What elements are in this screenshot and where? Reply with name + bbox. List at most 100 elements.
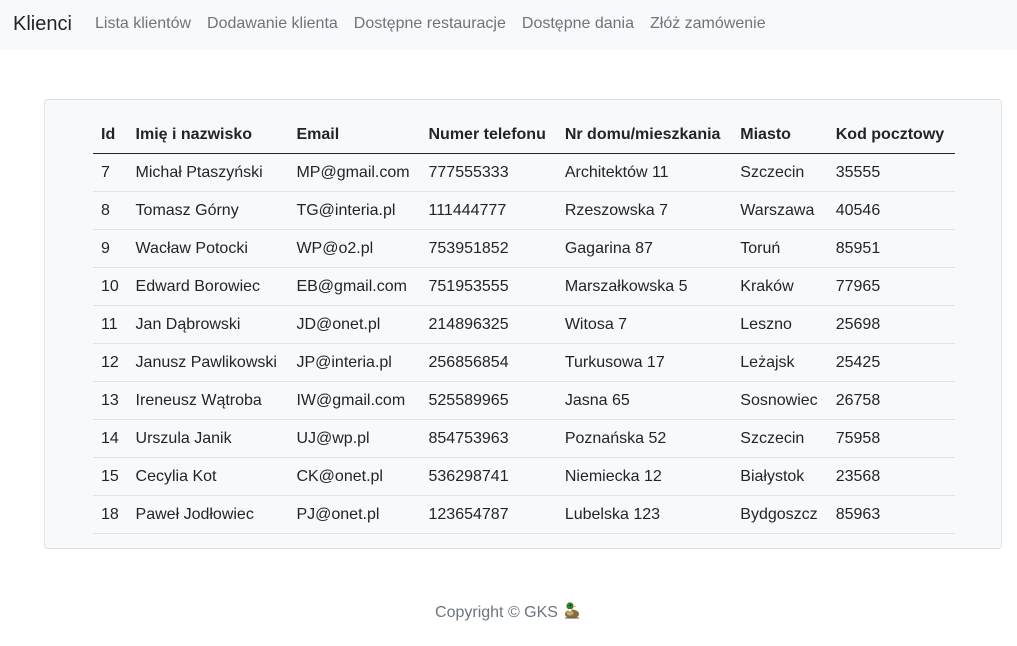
table-row: 9 Wacław Potocki WP@o2.pl 753951852 Gagarina… (93, 229, 955, 268)
cell-city: Szczecin (732, 153, 828, 192)
table-header-row: Id Imię i nazwisko Email Numer telefonu … (93, 117, 955, 154)
table-row: 8 Tomasz Górny TG@interia.pl 111444777 Rzesz… (93, 191, 955, 230)
cell-id: 15 (93, 457, 128, 496)
nav-link-client-list[interactable]: Lista klientów (87, 15, 199, 32)
cell-address: Rzeszowska 7 (556, 191, 733, 230)
table-row: 15 Cecylia Kot CK@onet.pl 536298741 Niemieck… (93, 457, 955, 496)
cell-id: 12 (93, 343, 128, 382)
cell-city: Warszawa (732, 191, 828, 230)
cell-city: Toruń (732, 229, 828, 268)
cell-email: EB@gmail.com (288, 267, 421, 306)
cell-email: UJ@wp.pl (288, 419, 421, 458)
cell-postal-code: 75958 (827, 419, 955, 458)
cell-address: Niemiecka 12 (556, 457, 733, 496)
cell-email: JP@interia.pl (288, 343, 421, 382)
cell-id: 7 (93, 153, 128, 192)
cell-name: Cecylia Kot (127, 457, 289, 496)
cell-address: Marszałkowska 5 (556, 267, 733, 306)
navbar: Klienci Lista klientów Dodawanie klienta… (0, 0, 1017, 50)
cell-phone: 111444777 (420, 191, 557, 230)
cell-id: 14 (93, 419, 128, 458)
table-row: 14 Urszula Janik UJ@wp.pl 854753963 Poznańsk… (93, 419, 955, 458)
cell-id: 11 (93, 305, 128, 344)
cell-name: Tomasz Górny (127, 191, 289, 230)
cell-city: Szczecin (732, 419, 828, 458)
cell-email: JD@onet.pl (288, 305, 421, 344)
header-name: Imię i nazwisko (127, 117, 289, 154)
cell-postal-code: 25425 (827, 343, 955, 382)
cell-id: 9 (93, 229, 128, 268)
cell-id: 18 (93, 495, 128, 534)
header-address: Nr domu/mieszkania (556, 117, 733, 154)
cell-postal-code: 25698 (827, 305, 955, 344)
cell-name: Michał Ptaszyński (127, 153, 289, 192)
cell-city: Sosnowiec (732, 381, 828, 420)
cell-phone: 256856854 (420, 343, 557, 382)
cell-city: Kraków (732, 267, 828, 306)
copyright-text: Copyright © GKS (435, 604, 558, 621)
cell-phone: 751953555 (420, 267, 557, 306)
header-id: Id (93, 117, 128, 154)
cell-id: 13 (93, 381, 128, 420)
cell-address: Gagarina 87 (556, 229, 733, 268)
footer: Copyright © GKS (0, 600, 1017, 625)
duck-icon (562, 600, 582, 620)
cell-phone: 854753963 (420, 419, 557, 458)
nav-link-add-client[interactable]: Dodawanie klienta (199, 15, 346, 32)
cell-email: TG@interia.pl (288, 191, 421, 230)
cell-postal-code: 35555 (827, 153, 955, 192)
cell-postal-code: 40546 (827, 191, 955, 230)
cell-postal-code: 26758 (827, 381, 955, 420)
cell-phone: 777555333 (420, 153, 557, 192)
cell-postal-code: 77965 (827, 267, 955, 306)
header-city: Miasto (732, 117, 828, 154)
nav-link-restaurants[interactable]: Dostępne restauracje (346, 15, 514, 32)
cell-postal-code: 85951 (827, 229, 955, 268)
table-row: 13 Ireneusz Wątroba IW@gmail.com 525589965 J… (93, 381, 955, 420)
cell-name: Jan Dąbrowski (127, 305, 289, 344)
cell-city: Bydgoszcz (732, 495, 828, 534)
cell-email: MP@gmail.com (288, 153, 421, 192)
cell-email: PJ@onet.pl (288, 495, 421, 534)
header-postal-code: Kod pocztowy (827, 117, 955, 154)
cell-name: Ireneusz Wątroba (127, 381, 289, 420)
cell-name: Paweł Jodłowiec (127, 495, 289, 534)
table-row: 7 Michał Ptaszyński MP@gmail.com 777555333 A… (93, 153, 955, 192)
nav-link-dishes[interactable]: Dostępne dania (514, 15, 642, 32)
header-email: Email (288, 117, 421, 154)
cell-address: Poznańska 52 (556, 419, 733, 458)
cell-address: Lubelska 123 (556, 495, 733, 534)
cell-name: Urszula Janik (127, 419, 289, 458)
navbar-brand[interactable]: Klienci (13, 12, 72, 36)
nav-link-place-order[interactable]: Złóż zamówenie (642, 15, 774, 32)
cell-address: Architektów 11 (556, 153, 733, 192)
cell-address: Witosa 7 (556, 305, 733, 344)
cell-email: WP@o2.pl (288, 229, 421, 268)
header-phone: Numer telefonu (420, 117, 557, 154)
table-row: 11 Jan Dąbrowski JD@onet.pl 214896325 Witosa… (93, 305, 955, 344)
cell-id: 10 (93, 267, 128, 306)
clients-table: Id Imię i nazwisko Email Numer telefonu … (93, 117, 955, 534)
cell-name: Janusz Pawlikowski (127, 343, 289, 382)
cell-phone: 525589965 (420, 381, 557, 420)
cell-postal-code: 23568 (827, 457, 955, 496)
cell-phone: 753951852 (420, 229, 557, 268)
cell-email: CK@onet.pl (288, 457, 421, 496)
cell-postal-code: 85963 (827, 495, 955, 534)
cell-name: Edward Borowiec (127, 267, 289, 306)
table-row: 12 Janusz Pawlikowski JP@interia.pl 2568568… (93, 343, 955, 382)
table-body: 7 Michał Ptaszyński MP@gmail.com 777555333 A… (93, 153, 955, 534)
cell-email: IW@gmail.com (288, 381, 421, 420)
cell-city: Białystok (732, 457, 828, 496)
cell-city: Leżajsk (732, 343, 828, 382)
cell-address: Jasna 65 (556, 381, 733, 420)
cell-address: Turkusowa 17 (556, 343, 733, 382)
cell-phone: 536298741 (420, 457, 557, 496)
cell-phone: 123654787 (420, 495, 557, 534)
nav-links: Lista klientów Dodawanie klienta Dostępn… (87, 14, 774, 34)
table-row: 10 Edward Borowiec EB@gmail.com 751953555 Ma… (93, 267, 955, 306)
cell-phone: 214896325 (420, 305, 557, 344)
table-row: 18 Paweł Jodłowiec PJ@onet.pl 123654787 Lube… (93, 495, 955, 534)
cell-city: Leszno (732, 305, 828, 344)
cell-id: 8 (93, 191, 128, 230)
